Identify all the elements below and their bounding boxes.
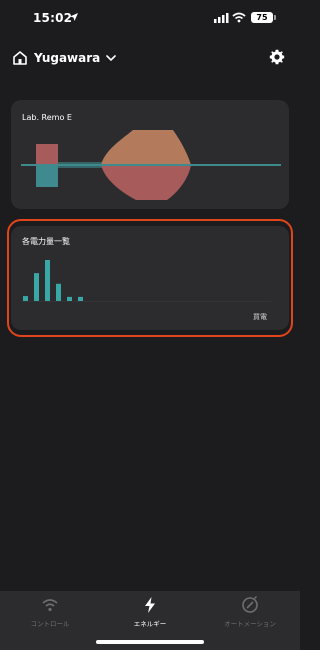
tab-energy[interactable]: エネルギー bbox=[100, 595, 200, 628]
highlight-outline bbox=[7, 219, 293, 337]
tab-control[interactable]: コントロール bbox=[0, 595, 100, 628]
status-bar: 15:02 75 bbox=[0, 0, 300, 40]
tab-energy-label: エネルギー bbox=[133, 620, 167, 628]
tab-automation[interactable]: オートメーション bbox=[200, 595, 300, 628]
battery-tip bbox=[274, 15, 276, 20]
lightning-icon bbox=[145, 597, 155, 613]
device-card-title: Lab. Remo E bbox=[22, 113, 72, 122]
home-icon bbox=[13, 51, 27, 65]
cellular-signal-icon bbox=[214, 13, 229, 23]
home-indicator bbox=[96, 640, 204, 644]
status-time: 15:02 bbox=[33, 11, 73, 25]
tab-automation-label: オートメーション bbox=[224, 620, 276, 628]
energy-waveform bbox=[21, 130, 281, 200]
home-name: Yugawara bbox=[34, 51, 101, 65]
wifi-status-icon bbox=[232, 12, 246, 23]
wifi-icon bbox=[42, 599, 58, 612]
location-arrow-icon bbox=[70, 13, 78, 21]
gear-icon[interactable] bbox=[269, 49, 285, 65]
chevron-down-icon bbox=[106, 54, 117, 61]
automation-icon bbox=[242, 596, 258, 613]
home-selector[interactable]: Yugawara bbox=[12, 48, 117, 68]
tab-control-label: コントロール bbox=[30, 620, 70, 628]
device-card[interactable]: Lab. Remo E bbox=[11, 100, 289, 209]
battery-indicator: 75 bbox=[251, 12, 273, 23]
